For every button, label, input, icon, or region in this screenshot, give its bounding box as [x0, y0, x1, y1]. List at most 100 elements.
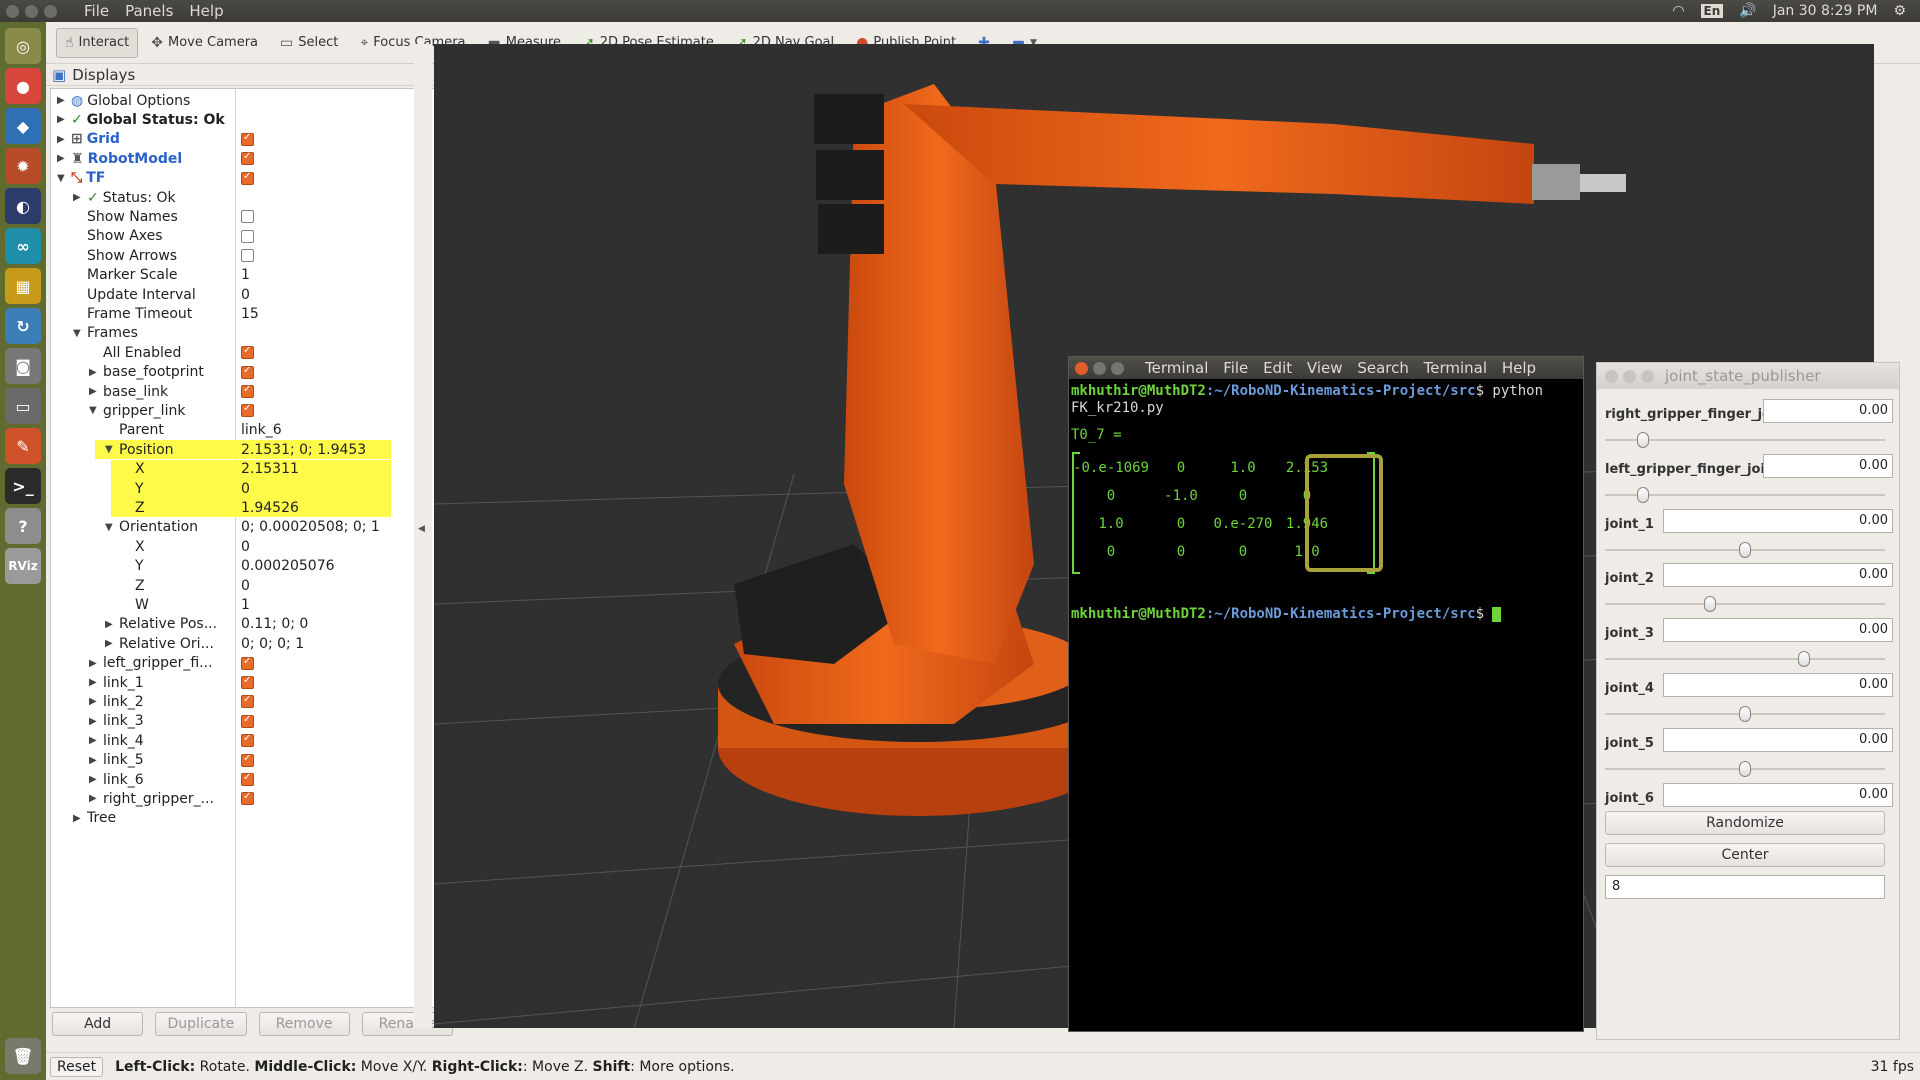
tree-row-value[interactable]: link_6: [241, 422, 282, 438]
enable-checkbox[interactable]: [241, 345, 254, 360]
tree-row[interactable]: ▶ base_footprint: [51, 363, 452, 382]
center-button[interactable]: Center: [1605, 843, 1885, 867]
tree-row[interactable]: Y0: [51, 479, 452, 498]
settings-icon[interactable]: ⚙: [1893, 3, 1906, 19]
enable-checkbox[interactable]: [241, 384, 254, 398]
joint-slider-handle[interactable]: [1739, 760, 1751, 777]
files-icon[interactable]: ▦: [5, 268, 41, 304]
tree-row[interactable]: ▼ Frames: [51, 324, 452, 343]
enable-checkbox[interactable]: [241, 714, 254, 728]
expand-arrow-icon[interactable]: ▶: [89, 755, 99, 766]
terminal-window[interactable]: Terminal File Edit View Search Terminal …: [1068, 356, 1584, 1032]
help-icon[interactable]: ?: [5, 508, 41, 544]
expand-arrow-icon[interactable]: ▶: [105, 638, 115, 649]
close-icon[interactable]: [1605, 369, 1618, 383]
tree-row[interactable]: Frame Timeout 15: [51, 304, 452, 323]
vscode-icon[interactable]: ◆: [5, 108, 41, 144]
tree-row[interactable]: ▶ ♜ RobotModel: [51, 149, 452, 168]
tree-row[interactable]: ▶ ◍ Global Options: [51, 91, 452, 110]
joint-slider-handle[interactable]: [1704, 596, 1717, 613]
terminal-menu-terminal[interactable]: Terminal: [1424, 359, 1487, 377]
tree-row[interactable]: ▼ Position 2.1531; 0; 1.9453: [51, 440, 452, 460]
collapse-left-icon[interactable]: ◀: [418, 524, 425, 534]
remove-button[interactable]: Remove: [258, 1012, 350, 1036]
expand-arrow-icon[interactable]: ▶: [57, 95, 67, 106]
enable-checkbox[interactable]: [241, 733, 254, 748]
menu-file[interactable]: File: [76, 2, 117, 20]
enable-checkbox[interactable]: [241, 694, 254, 709]
joint-slider-handle[interactable]: [1637, 432, 1650, 448]
tree-row[interactable]: ▶ left_gripper_fi...: [51, 654, 452, 673]
tree-row[interactable]: X 2.15311: [51, 459, 452, 479]
eclipse-icon[interactable]: ◐: [5, 188, 41, 224]
tree-row-value[interactable]: 0.11; 0; 0: [241, 616, 308, 632]
joint-value-field[interactable]: 0.00: [1663, 782, 1893, 807]
maximize-icon[interactable]: [1641, 369, 1654, 383]
tree-row[interactable]: Show Names: [51, 207, 452, 226]
tree-row[interactable]: ▼ Orientation 0; 0.00020508; 0; 1: [51, 518, 452, 537]
expand-arrow-icon[interactable]: ▶: [57, 134, 67, 145]
enable-checkbox[interactable]: [241, 753, 254, 767]
terminal-output[interactable]: mkhuthir@MuthDT2:~/RoboND-Kinematics-Pro…: [1069, 379, 1583, 627]
joint-slider-handle[interactable]: [1637, 486, 1650, 503]
reset-button[interactable]: Reset: [50, 1056, 104, 1077]
enable-checkbox[interactable]: [241, 403, 254, 418]
expand-arrow-icon[interactable]: ▶: [73, 192, 83, 203]
terminal-menu-help[interactable]: Help: [1502, 359, 1536, 377]
rviz-icon[interactable]: RViz: [5, 548, 41, 584]
tree-row[interactable]: ▶ right_gripper_...: [51, 789, 452, 808]
enable-checkbox[interactable]: [241, 675, 254, 689]
tree-row[interactable]: ▼ ⤡ TF: [51, 169, 452, 188]
tree-row-value[interactable]: 1: [241, 597, 250, 613]
minimize-icon[interactable]: [1093, 361, 1106, 375]
keyboard-layout-indicator[interactable]: En: [1700, 4, 1724, 18]
tree-row-value[interactable]: 0: [241, 578, 250, 594]
enable-checkbox[interactable]: [241, 151, 254, 166]
panel-splitter[interactable]: ◀: [414, 44, 432, 1028]
tree-row-value[interactable]: 0: [241, 287, 250, 303]
enable-checkbox[interactable]: [241, 365, 254, 379]
tree-row-value[interactable]: 0: [241, 481, 250, 497]
tree-row[interactable]: ▼ gripper_link: [51, 401, 452, 420]
expand-arrow-icon[interactable]: ▶: [89, 386, 99, 397]
joint-value-field[interactable]: 0.00: [1663, 727, 1893, 752]
tree-row[interactable]: Z 1.94526: [51, 498, 452, 518]
add-button[interactable]: Add: [52, 1012, 144, 1036]
tree-row[interactable]: ▶ Tree: [51, 809, 452, 828]
joint-slider-handle[interactable]: [1739, 541, 1751, 558]
menu-help[interactable]: Help: [181, 2, 231, 20]
enable-checkbox[interactable]: [241, 229, 254, 243]
enable-checkbox[interactable]: [241, 132, 254, 146]
joint-slider-handle[interactable]: [1739, 706, 1751, 722]
expand-arrow-icon[interactable]: ▶: [89, 367, 99, 378]
close-icon[interactable]: [1075, 361, 1088, 375]
tool-select[interactable]: ▭ Select: [271, 28, 347, 58]
volume-icon[interactable]: 🔊: [1739, 3, 1756, 19]
joint-value-field[interactable]: 0.00: [1663, 618, 1893, 643]
tree-row-value[interactable]: 1: [241, 267, 250, 283]
collapse-arrow-icon[interactable]: ▼: [57, 173, 67, 184]
maximize-icon[interactable]: [44, 4, 57, 18]
tree-row-value[interactable]: 2.15311: [241, 461, 299, 477]
expand-arrow-icon[interactable]: ▶: [89, 774, 99, 785]
enable-checkbox[interactable]: [241, 171, 254, 185]
joint-slider-handle[interactable]: [1797, 651, 1810, 668]
tree-row-value[interactable]: 15: [241, 306, 259, 322]
joint-value-field[interactable]: 0.00: [1763, 399, 1893, 423]
ros-icon[interactable]: ✹: [5, 148, 41, 184]
expand-arrow-icon[interactable]: ▶: [57, 114, 67, 125]
minimize-icon[interactable]: [1623, 369, 1636, 383]
clock[interactable]: Jan 30 8:29 PM: [1773, 3, 1878, 19]
terminal-menu-search[interactable]: Search: [1357, 359, 1409, 377]
dash-icon[interactable]: ◎: [5, 28, 41, 64]
collapse-arrow-icon[interactable]: ▼: [105, 522, 115, 533]
tree-row-value[interactable]: 1.94526: [241, 500, 299, 516]
joint-value-field[interactable]: 0.00: [1763, 453, 1893, 478]
system-settings-icon[interactable]: ✎: [5, 428, 41, 464]
expand-arrow-icon[interactable]: ▶: [57, 153, 67, 164]
terminal-menu-edit[interactable]: Edit: [1263, 359, 1292, 377]
tree-row[interactable]: Show Arrows: [51, 246, 452, 265]
tree-row[interactable]: ▶ link_4: [51, 731, 452, 750]
tree-row[interactable]: ▶ ⊞ Grid: [51, 130, 452, 149]
expand-arrow-icon[interactable]: ▶: [105, 619, 115, 630]
